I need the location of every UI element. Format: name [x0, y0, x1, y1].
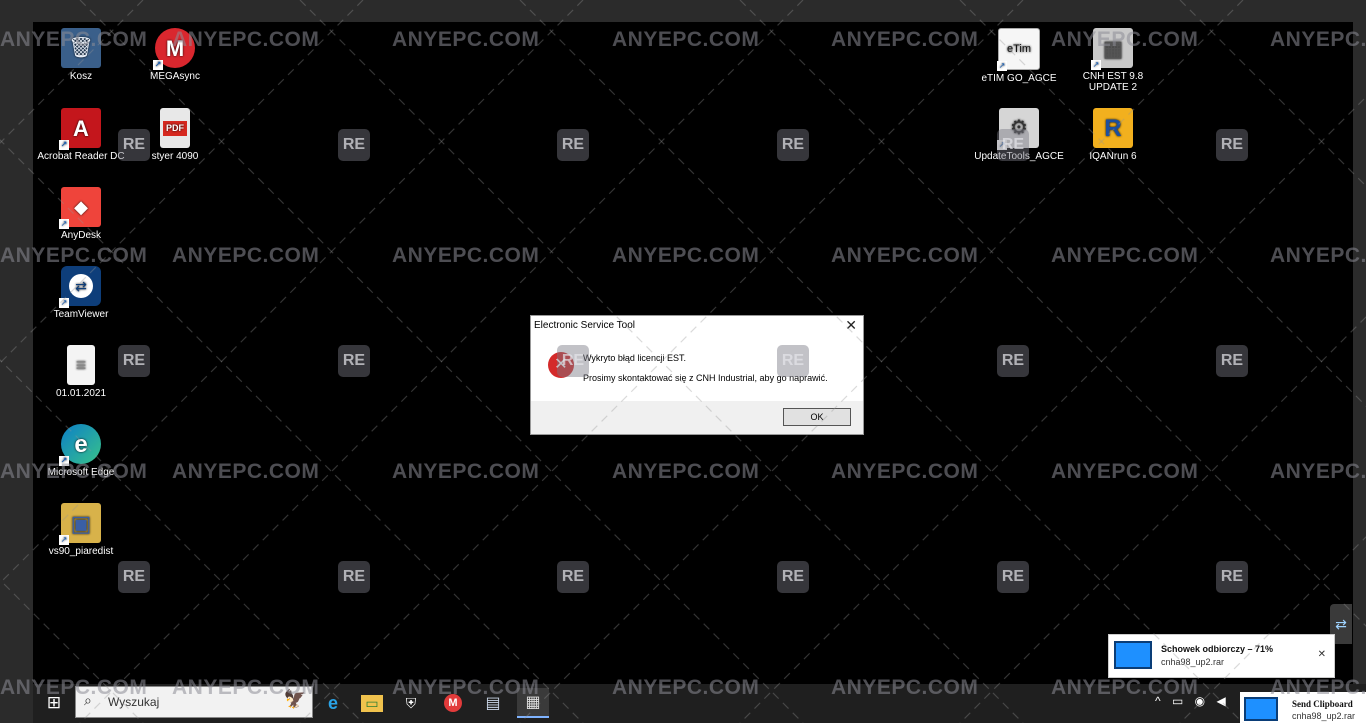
notification-file: cnha98_up2.rar	[1292, 711, 1356, 721]
dialog-close-button[interactable]: ✕	[845, 317, 857, 334]
taskbar: ⊞ ⌕ Wyszukaj 🦅 e ▭ ⛨ M ▤ ▦ ^ ▭ ◉ ◀	[33, 684, 1366, 723]
desktop-icon-teamviewer[interactable]: ⇄ ↗ TeamViewer	[33, 266, 129, 320]
desktop-icon-styer-pdf[interactable]: PDF styer 4090	[127, 108, 223, 162]
monitor-icon	[1244, 697, 1278, 721]
network-app-icon: ▤	[485, 695, 501, 712]
search-placeholder: Wyszukaj	[108, 695, 160, 709]
security-icon: ⛨	[405, 694, 417, 711]
iqanrun-icon: R	[1093, 108, 1133, 148]
search-highlight-image: 🦅	[283, 689, 306, 709]
error-icon: ✕	[548, 352, 574, 378]
edge-taskbar-icon: e	[327, 692, 338, 713]
notification-close-button[interactable]: ✕	[1318, 649, 1326, 660]
windows-icon: ⊞	[46, 693, 62, 712]
error-dialog: Electronic Service Tool ✕ ✕ Wykryto błąd…	[530, 315, 864, 435]
text-file-icon: ≡	[67, 345, 95, 385]
desktop-icon-label: Kosz	[69, 71, 93, 82]
etim-icon: eTim ↗	[997, 28, 1040, 71]
update-tools-icon: ⚙ ↗	[997, 108, 1039, 150]
desktop-icon-label: TeamViewer	[53, 309, 109, 320]
desktop-icon-label: eTIM GO_AGCE	[981, 73, 1057, 84]
network-icon[interactable]: ◉	[1195, 694, 1205, 708]
desktop-icon-installer[interactable]: ▣ ↗ vs90_piaredist	[33, 503, 129, 557]
teamviewer-icon: ⇄ ↗	[59, 266, 101, 308]
dialog-title: Electronic Service Tool	[534, 320, 635, 331]
desktop-icon-label: MEGAsync	[149, 71, 200, 82]
megasync-taskbar-button[interactable]: M	[437, 688, 469, 718]
calendar-app-taskbar-button[interactable]: ▦	[517, 688, 549, 718]
ok-button[interactable]: OK	[783, 408, 851, 426]
cnh-est-icon: ▦ ↗	[1091, 28, 1133, 70]
file-explorer-taskbar-button[interactable]: ▭	[356, 688, 388, 718]
desktop-icon-label: CNH EST 9.8 UPDATE 2	[1082, 71, 1144, 93]
battery-icon[interactable]: ▭	[1172, 694, 1183, 708]
desktop-icon-megasync[interactable]: M ↗ MEGAsync	[127, 28, 223, 82]
desktop-icon-cnh-est[interactable]: ▦ ↗ CNH EST 9.8 UPDATE 2	[1065, 28, 1161, 93]
file-explorer-icon: ▭	[361, 694, 383, 712]
pdf-file-icon: PDF	[160, 108, 190, 148]
desktop-icon-anydesk[interactable]: ◆ ↗ AnyDesk	[33, 187, 129, 241]
installer-icon: ▣ ↗	[59, 503, 101, 545]
megasync-icon: M ↗	[153, 28, 195, 70]
security-taskbar-button[interactable]: ⛨	[395, 688, 427, 718]
dialog-message-1: Wykryto błąd licencji EST.	[583, 353, 686, 363]
notification-title: Send Clipboard	[1292, 699, 1353, 709]
edge-icon: e ↗	[59, 424, 101, 466]
edge-taskbar-button[interactable]: e	[317, 688, 349, 718]
acrobat-icon: A ↗	[59, 108, 101, 150]
desktop-icon-recycle-bin[interactable]: 🗑 Kosz	[33, 28, 129, 82]
teamviewer-side-icon: ⇄	[1335, 616, 1347, 632]
desktop-icon-text-file[interactable]: ≡ 01.01.2021	[33, 345, 129, 399]
clipboard-notification[interactable]: Schowek odbiorczy – 71% cnha98_up2.rar ✕	[1108, 634, 1335, 678]
anydesk-icon: ◆ ↗	[59, 187, 101, 229]
desktop-icon-label: AnyDesk	[60, 230, 101, 241]
desktop-icon-label: IQANrun 6	[1089, 151, 1137, 162]
monitor-icon	[1114, 641, 1152, 669]
desktop-icon-label: UpdateTools_AGCE	[974, 151, 1064, 162]
search-icon: ⌕	[84, 692, 92, 708]
volume-icon[interactable]: ◀	[1217, 694, 1226, 708]
desktop-icon-label: 01.01.2021	[55, 388, 107, 399]
desktop-icon-label: styer 4090	[151, 151, 199, 162]
dialog-footer: OK	[531, 401, 863, 434]
dialog-message-2: Prosimy skontaktować się z CNH Industria…	[583, 373, 828, 383]
network-app-taskbar-button[interactable]: ▤	[477, 688, 509, 718]
recycle-bin-icon: 🗑	[61, 28, 101, 68]
search-box[interactable]: ⌕ Wyszukaj 🦅	[75, 686, 313, 718]
tray-chevron-icon[interactable]: ^	[1155, 694, 1161, 708]
desktop-icon-label: Microsoft Edge	[47, 467, 115, 478]
desktop-icon-etim[interactable]: eTim ↗ eTIM GO_AGCE	[971, 28, 1067, 84]
desktop-icon-edge[interactable]: e ↗ Microsoft Edge	[33, 424, 129, 478]
desktop-icon-iqanrun[interactable]: R IQANrun 6	[1065, 108, 1161, 162]
notification-title: Schowek odbiorczy – 71%	[1161, 644, 1274, 654]
send-clipboard-notification[interactable]: Send Clipboard cnha98_up2.rar	[1240, 692, 1366, 723]
desktop-icon-update-tools[interactable]: ⚙ ↗ UpdateTools_AGCE	[971, 108, 1067, 162]
notification-file: cnha98_up2.rar	[1161, 657, 1225, 667]
desktop-icon-label: vs90_piaredist	[48, 546, 114, 557]
calendar-app-icon: ▦	[525, 694, 541, 711]
desktop-icon-acrobat[interactable]: A ↗ Acrobat Reader DC	[33, 108, 129, 162]
start-button[interactable]: ⊞	[43, 692, 65, 714]
system-tray: ^ ▭ ◉ ◀	[1155, 694, 1234, 708]
desktop-icon-label: Acrobat Reader DC	[37, 151, 125, 162]
megasync-taskbar-icon: M	[444, 694, 462, 712]
